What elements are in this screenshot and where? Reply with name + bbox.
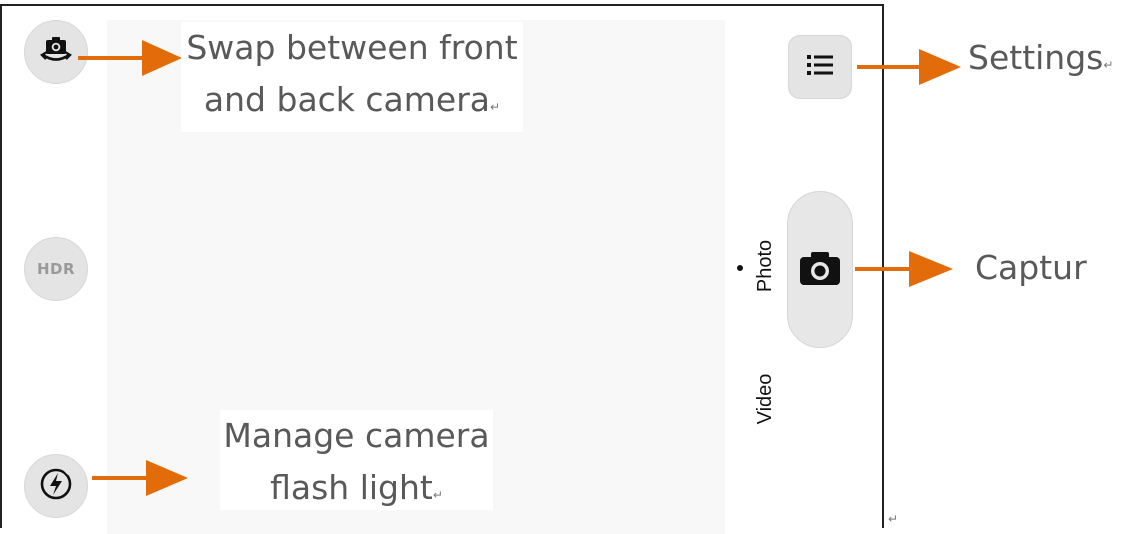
video-mode-tab[interactable]: Video — [753, 369, 777, 429]
capture-arrow — [855, 251, 953, 287]
camera-icon — [798, 249, 842, 291]
flash-auto-icon — [38, 466, 74, 506]
photo-mode-tab[interactable]: Photo — [753, 236, 777, 296]
flash-button[interactable] — [24, 454, 88, 518]
paragraph-mark: ↵ — [432, 488, 443, 502]
capture-button[interactable] — [787, 191, 853, 348]
settings-arrow — [857, 49, 961, 85]
camera-switch-icon — [38, 33, 74, 71]
settings-button[interactable] — [788, 35, 852, 99]
paragraph-mark: ↵ — [490, 100, 501, 114]
end-paragraph-mark: ↵ — [888, 512, 899, 526]
swap-camera-callout-line1: Swap between front — [186, 28, 518, 67]
settings-callout: Settings↵ — [968, 38, 1114, 77]
swap-camera-callout: Swap between front and back camera↵ — [181, 22, 523, 132]
flash-callout-line1: Manage camera — [223, 416, 490, 455]
swap-camera-arrow — [78, 40, 182, 76]
flash-callout: Manage camera flash light↵ — [220, 410, 493, 510]
selected-mode-indicator — [737, 265, 743, 271]
hdr-button[interactable]: HDR — [24, 237, 88, 301]
menu-list-icon — [805, 52, 835, 82]
swap-camera-callout-line2: and back camera↵ — [203, 80, 501, 119]
flash-arrow — [92, 460, 188, 496]
flash-callout-line2: flash light↵ — [270, 468, 443, 507]
hdr-label: HDR — [36, 260, 76, 278]
capture-callout: Captur — [975, 248, 1087, 287]
paragraph-mark: ↵ — [1103, 58, 1114, 72]
